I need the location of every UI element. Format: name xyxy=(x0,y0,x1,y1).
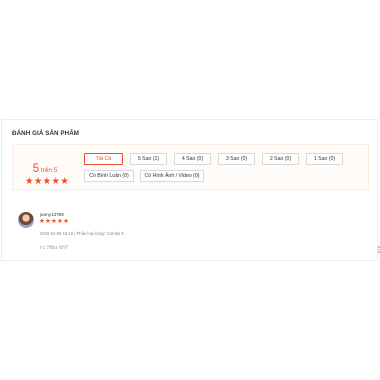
filter-1-star[interactable]: 1 Sao (0) xyxy=(306,153,343,165)
star-icon: ★ xyxy=(63,218,69,225)
helpful-button[interactable]: 👍︎ Hữu ích? xyxy=(40,245,68,251)
helpful-label: Hữu ích? xyxy=(47,245,68,251)
star-icon: ★ xyxy=(42,176,52,187)
thumbs-up-icon: 👍︎ xyxy=(40,245,46,251)
star-icon: ★ xyxy=(45,218,51,225)
section-title: ĐÁNH GIÁ SẢN PHẨM xyxy=(12,130,80,137)
avatar[interactable] xyxy=(18,212,34,228)
filter-2-stars[interactable]: 2 Sao (0) xyxy=(262,153,299,165)
star-icon: ★ xyxy=(51,218,57,225)
star-icon: ★ xyxy=(39,218,45,225)
filter-5-stars[interactable]: 5 Sao (1) xyxy=(130,153,167,165)
star-icon: ★ xyxy=(57,218,63,225)
filter-with-comments[interactable]: Có Bình Luận (0) xyxy=(84,170,134,182)
review-meta: 2026-01-06 15:16 | Phân loại hàng: Combo… xyxy=(40,231,124,236)
star-icon: ★ xyxy=(25,176,34,187)
review-stars: ★ ★ ★ ★ ★ xyxy=(39,218,69,225)
filter-3-stars[interactable]: 3 Sao (0) xyxy=(218,153,255,165)
star-icon: ★ xyxy=(60,176,69,187)
rating-score-suffix: trên 5 xyxy=(39,167,58,174)
review-item: janny13789 ★ ★ ★ ★ ★ 2026-01-06 15:16 | … xyxy=(18,212,380,256)
overview-stars: ★ ★ ★ ★ ★ xyxy=(25,176,69,187)
filter-with-media[interactable]: Có Hình Ảnh / Video (0) xyxy=(140,170,204,182)
filter-4-stars[interactable]: 4 Sao (0) xyxy=(174,153,211,165)
rating-overview: 5 trên 5 ★ ★ ★ ★ ★ Tất Cả 5 Sao (1) 4 Sa… xyxy=(12,144,369,190)
rating-score: 5 trên 5 xyxy=(25,159,65,177)
review-username[interactable]: janny13789 xyxy=(40,212,64,217)
star-icon: ★ xyxy=(51,176,61,187)
filter-all[interactable]: Tất Cả xyxy=(84,153,123,165)
product-ratings-section: ĐÁNH GIÁ SẢN PHẨM 5 trên 5 ★ ★ ★ ★ ★ Tất… xyxy=(1,119,380,261)
star-icon: ★ xyxy=(33,176,43,187)
